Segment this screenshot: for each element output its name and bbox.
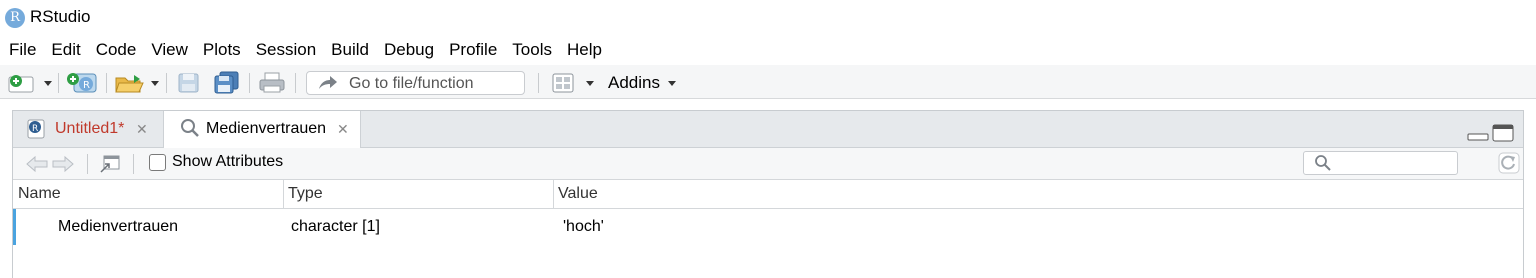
goto-file-function-input[interactable]: Go to file/function — [306, 71, 525, 95]
viewer-search-input[interactable] — [1303, 151, 1458, 175]
open-file-dropdown-icon[interactable] — [151, 81, 159, 86]
viewer-table-header: Name Type Value — [13, 180, 1523, 209]
title-bar: R RStudio — [0, 0, 1536, 36]
open-file-button[interactable] — [114, 72, 146, 99]
tab-medienvertrauen-label: Medienvertrauen — [206, 120, 327, 137]
popout-icon[interactable] — [99, 154, 121, 174]
menu-debug[interactable]: Debug — [384, 40, 434, 60]
source-pane: R Untitled1* ✕ Medienvertrauen ✕ Show At… — [12, 110, 1524, 278]
r-script-icon: R — [27, 119, 45, 139]
menu-build[interactable]: Build — [331, 40, 369, 60]
rstudio-logo-icon: R — [5, 8, 25, 28]
svg-text:R: R — [83, 80, 90, 91]
row-type-cell: character [1] — [291, 218, 380, 235]
window-title: RStudio — [30, 7, 91, 26]
goto-placeholder: Go to file/function — [349, 75, 474, 92]
menu-profile[interactable]: Profile — [449, 40, 497, 60]
row-value-cell: 'hoch' — [563, 218, 604, 235]
table-row[interactable]: Medienvertrauen character [1] 'hoch' — [13, 209, 1523, 245]
menu-bar: File Edit Code View Plots Session Build … — [0, 36, 1536, 64]
panes-dropdown-icon[interactable] — [586, 81, 594, 86]
back-forward-icon[interactable] — [25, 154, 75, 174]
addins-dropdown-icon[interactable] — [668, 81, 676, 86]
menu-plots[interactable]: Plots — [203, 40, 241, 60]
tab-strip: R Untitled1* ✕ Medienvertrauen ✕ — [13, 111, 1523, 148]
save-button[interactable] — [178, 73, 200, 98]
project-icon: R — [67, 73, 97, 93]
menu-code[interactable]: Code — [96, 40, 137, 60]
save-all-icon — [214, 71, 239, 94]
show-attributes-checkbox[interactable] — [149, 154, 166, 171]
column-header-value[interactable]: Value — [558, 185, 598, 203]
menu-view[interactable]: View — [151, 40, 188, 60]
print-icon — [259, 72, 285, 93]
search-icon — [1315, 155, 1331, 171]
refresh-icon[interactable] — [1498, 152, 1520, 174]
panes-grid-icon — [552, 73, 574, 93]
svg-text:R: R — [32, 124, 38, 134]
column-header-type[interactable]: Type — [288, 185, 323, 203]
menu-edit[interactable]: Edit — [51, 40, 80, 60]
viewer-toolbar: Show Attributes — [13, 148, 1523, 180]
menu-session[interactable]: Session — [256, 40, 316, 60]
addins-button[interactable]: Addins — [608, 73, 660, 93]
new-file-icon — [8, 75, 34, 93]
tab-untitled1[interactable]: R Untitled1* ✕ — [13, 111, 163, 147]
save-icon — [178, 73, 199, 93]
column-header-name[interactable]: Name — [18, 185, 61, 203]
row-name-cell: Medienvertrauen — [58, 218, 179, 235]
show-attributes-label: Show Attributes — [172, 153, 284, 170]
new-file-dropdown-icon[interactable] — [44, 81, 52, 86]
new-file-button[interactable] — [8, 73, 36, 98]
main-toolbar: R Go to file/function Addins — [0, 65, 1536, 99]
row-selection-marker — [13, 209, 16, 245]
goto-arrow-icon — [319, 76, 337, 89]
folder-open-icon — [115, 75, 144, 93]
save-all-button[interactable] — [214, 71, 240, 100]
tab-medienvertrauen-close-icon[interactable]: ✕ — [337, 121, 349, 138]
tab-untitled1-label: Untitled1* — [55, 120, 125, 137]
tab-untitled1-close-icon[interactable]: ✕ — [136, 121, 148, 138]
minimize-maximize-icon[interactable] — [1467, 124, 1515, 142]
new-project-button[interactable]: R — [66, 71, 100, 100]
menu-tools[interactable]: Tools — [512, 40, 552, 60]
menu-file[interactable]: File — [9, 40, 36, 60]
pane-window-controls — [1467, 124, 1515, 147]
workspace-panes-button[interactable] — [552, 73, 574, 98]
tab-medienvertrauen[interactable]: Medienvertrauen ✕ — [163, 111, 361, 148]
menu-help[interactable]: Help — [567, 40, 602, 60]
print-button[interactable] — [259, 72, 285, 99]
magnifier-icon — [181, 119, 199, 137]
